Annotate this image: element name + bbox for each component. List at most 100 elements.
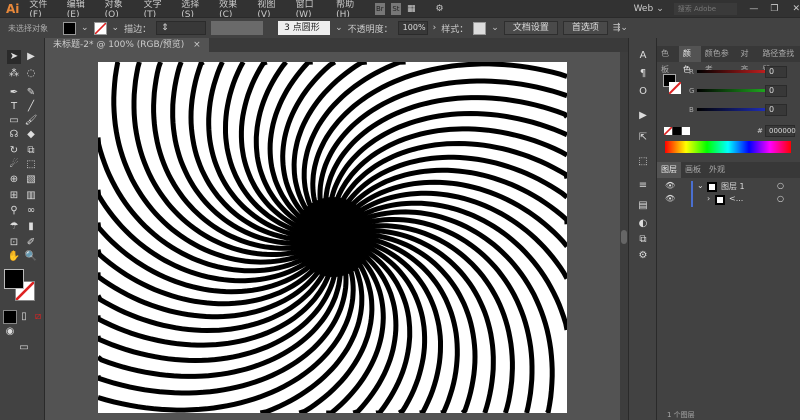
tab-color[interactable]: 颜色: [678, 46, 701, 74]
line-tool-icon[interactable]: ╱: [24, 100, 38, 114]
chevron-down-icon[interactable]: ⌄: [335, 23, 343, 33]
target-icon[interactable]: ○: [777, 181, 784, 190]
artboard-tool-icon[interactable]: ⊡: [7, 236, 21, 250]
hex-field[interactable]: 000000: [765, 125, 796, 137]
r-slider[interactable]: [697, 70, 769, 73]
layer-row[interactable]: 👁 › <... ○: [657, 194, 797, 207]
tab-appearance[interactable]: 外观: [705, 162, 729, 178]
layer-name[interactable]: 图层 1: [721, 181, 745, 192]
drawing-mode-icon[interactable]: ◉: [3, 325, 17, 339]
color-mode-icon[interactable]: [3, 310, 17, 324]
gradient-mode-icon[interactable]: ▯: [17, 310, 31, 324]
chevron-down-icon[interactable]: ⌄: [491, 23, 499, 33]
paintbrush-tool-icon[interactable]: 🖌: [24, 114, 38, 128]
scroll-thumb[interactable]: [621, 230, 627, 244]
arrange-documents-icon[interactable]: ⇶⌄: [613, 23, 628, 33]
screen-mode-icon[interactable]: ▭: [17, 341, 31, 355]
chevron-right-icon[interactable]: ›: [433, 23, 437, 33]
close-tab-button[interactable]: ×: [193, 40, 201, 50]
actions-icon[interactable]: ▶: [637, 110, 649, 122]
column-graph-tool-icon[interactable]: ▮: [24, 220, 38, 234]
layer-row[interactable]: 👁 ⌄ 图层 1 ○: [657, 181, 797, 194]
symbol-sprayer-tool-icon[interactable]: ☂: [7, 220, 21, 234]
brush-select[interactable]: 3 点圆形: [278, 21, 331, 35]
gradient-panel-icon[interactable]: ▤: [637, 200, 649, 212]
color-spectrum[interactable]: [665, 141, 791, 153]
tab-align[interactable]: 对齐: [736, 46, 758, 74]
layer-name[interactable]: <...: [729, 194, 743, 203]
tab-swatches[interactable]: 色板: [657, 46, 679, 74]
eraser-tool-icon[interactable]: ◆: [24, 128, 38, 142]
arrange-icon[interactable]: ▦: [407, 4, 416, 14]
opentype-icon[interactable]: O: [637, 86, 649, 98]
panel-stroke-swatch[interactable]: [669, 82, 681, 94]
b-value[interactable]: 0: [765, 104, 787, 116]
transparency-icon[interactable]: ◐: [637, 218, 649, 230]
stock-button[interactable]: St: [390, 2, 401, 15]
none-swatch[interactable]: [664, 127, 672, 135]
type-tool-icon[interactable]: T: [7, 100, 21, 114]
tab-layers[interactable]: 图层: [657, 162, 681, 178]
chevron-down-icon[interactable]: ⌄: [697, 181, 704, 190]
stock-search[interactable]: 搜索 Adobe Stock: [673, 2, 738, 25]
style-swatch[interactable]: [473, 21, 487, 35]
document-tab[interactable]: 未标题-2* @ 100% (RGB/预览) ×: [45, 38, 209, 52]
white-swatch[interactable]: [682, 127, 690, 135]
gradient-tool-icon[interactable]: ▥: [24, 189, 38, 203]
vertical-scrollbar[interactable]: [620, 52, 628, 420]
magic-wand-tool-icon[interactable]: ⁂: [7, 67, 21, 81]
eyedropper-tool-icon[interactable]: ⚲: [7, 204, 21, 218]
fill-swatch[interactable]: [63, 21, 76, 35]
black-swatch[interactable]: [673, 127, 681, 135]
b-slider[interactable]: [697, 108, 769, 111]
artboard[interactable]: [98, 62, 567, 413]
gpu-icon[interactable]: ⚙: [435, 4, 443, 14]
pen-tool-icon[interactable]: ✒: [7, 86, 21, 100]
chevron-down-icon[interactable]: ⌄: [81, 23, 89, 33]
restore-button[interactable]: ❐: [770, 4, 778, 14]
slice-tool-icon[interactable]: ✐: [24, 236, 38, 250]
stroke-weight-field[interactable]: ⇕: [156, 21, 207, 35]
lasso-tool-icon[interactable]: ◌: [24, 67, 38, 81]
variable-width-field[interactable]: [211, 21, 264, 35]
workspace-switcher[interactable]: Web: [634, 4, 654, 14]
tab-color-guide[interactable]: 颜色参考: [701, 46, 737, 74]
stroke-panel-icon[interactable]: ≡: [637, 180, 649, 192]
minimize-button[interactable]: —: [749, 4, 758, 14]
chevron-down-icon[interactable]: ⌄: [112, 23, 120, 33]
chevron-right-icon[interactable]: ›: [707, 194, 710, 203]
zoom-tool-icon[interactable]: 🔍: [24, 250, 38, 264]
fill-color-box[interactable]: [4, 269, 24, 289]
shaper-tool-icon[interactable]: ☊: [7, 128, 21, 142]
blend-tool-icon[interactable]: ∞: [24, 204, 38, 218]
character-icon[interactable]: A: [637, 50, 649, 62]
target-icon[interactable]: ○: [777, 194, 784, 203]
preferences-button[interactable]: 首选项: [562, 21, 608, 35]
scale-tool-icon[interactable]: ⧉: [24, 144, 38, 158]
rotate-tool-icon[interactable]: ↻: [7, 144, 21, 158]
document-setup-button[interactable]: 文档设置: [503, 21, 558, 35]
bridge-button[interactable]: Br: [374, 2, 385, 15]
chevron-down-icon[interactable]: ⌄: [656, 4, 664, 14]
eye-icon[interactable]: 👁: [665, 181, 675, 190]
g-slider[interactable]: [697, 89, 769, 92]
direct-selection-tool-icon[interactable]: ▶: [24, 50, 38, 64]
links-icon[interactable]: ⧉: [637, 234, 649, 246]
stroke-swatch[interactable]: [93, 21, 107, 35]
selection-tool-icon[interactable]: ➤: [7, 50, 21, 64]
r-value[interactable]: 0: [765, 66, 787, 78]
warp-tool-icon[interactable]: ☄: [7, 158, 21, 172]
hand-tool-icon[interactable]: ✋: [7, 250, 21, 264]
curvature-tool-icon[interactable]: ✎: [24, 86, 38, 100]
none-mode-icon[interactable]: ⧄: [31, 310, 45, 324]
eye-icon[interactable]: 👁: [665, 194, 675, 203]
transform-icon[interactable]: ⬚: [637, 156, 649, 168]
opacity-field[interactable]: 100%: [397, 21, 428, 35]
close-window-button[interactable]: ✕: [792, 4, 800, 14]
paragraph-icon[interactable]: ¶: [637, 68, 649, 80]
tab-pathfinder[interactable]: 路径查找器: [758, 46, 800, 74]
rectangle-tool-icon[interactable]: ▭: [7, 114, 21, 128]
perspective-grid-tool-icon[interactable]: ▧: [24, 173, 38, 187]
export-icon[interactable]: ⇱: [637, 132, 649, 144]
shape-builder-tool-icon[interactable]: ⊕: [7, 173, 21, 187]
